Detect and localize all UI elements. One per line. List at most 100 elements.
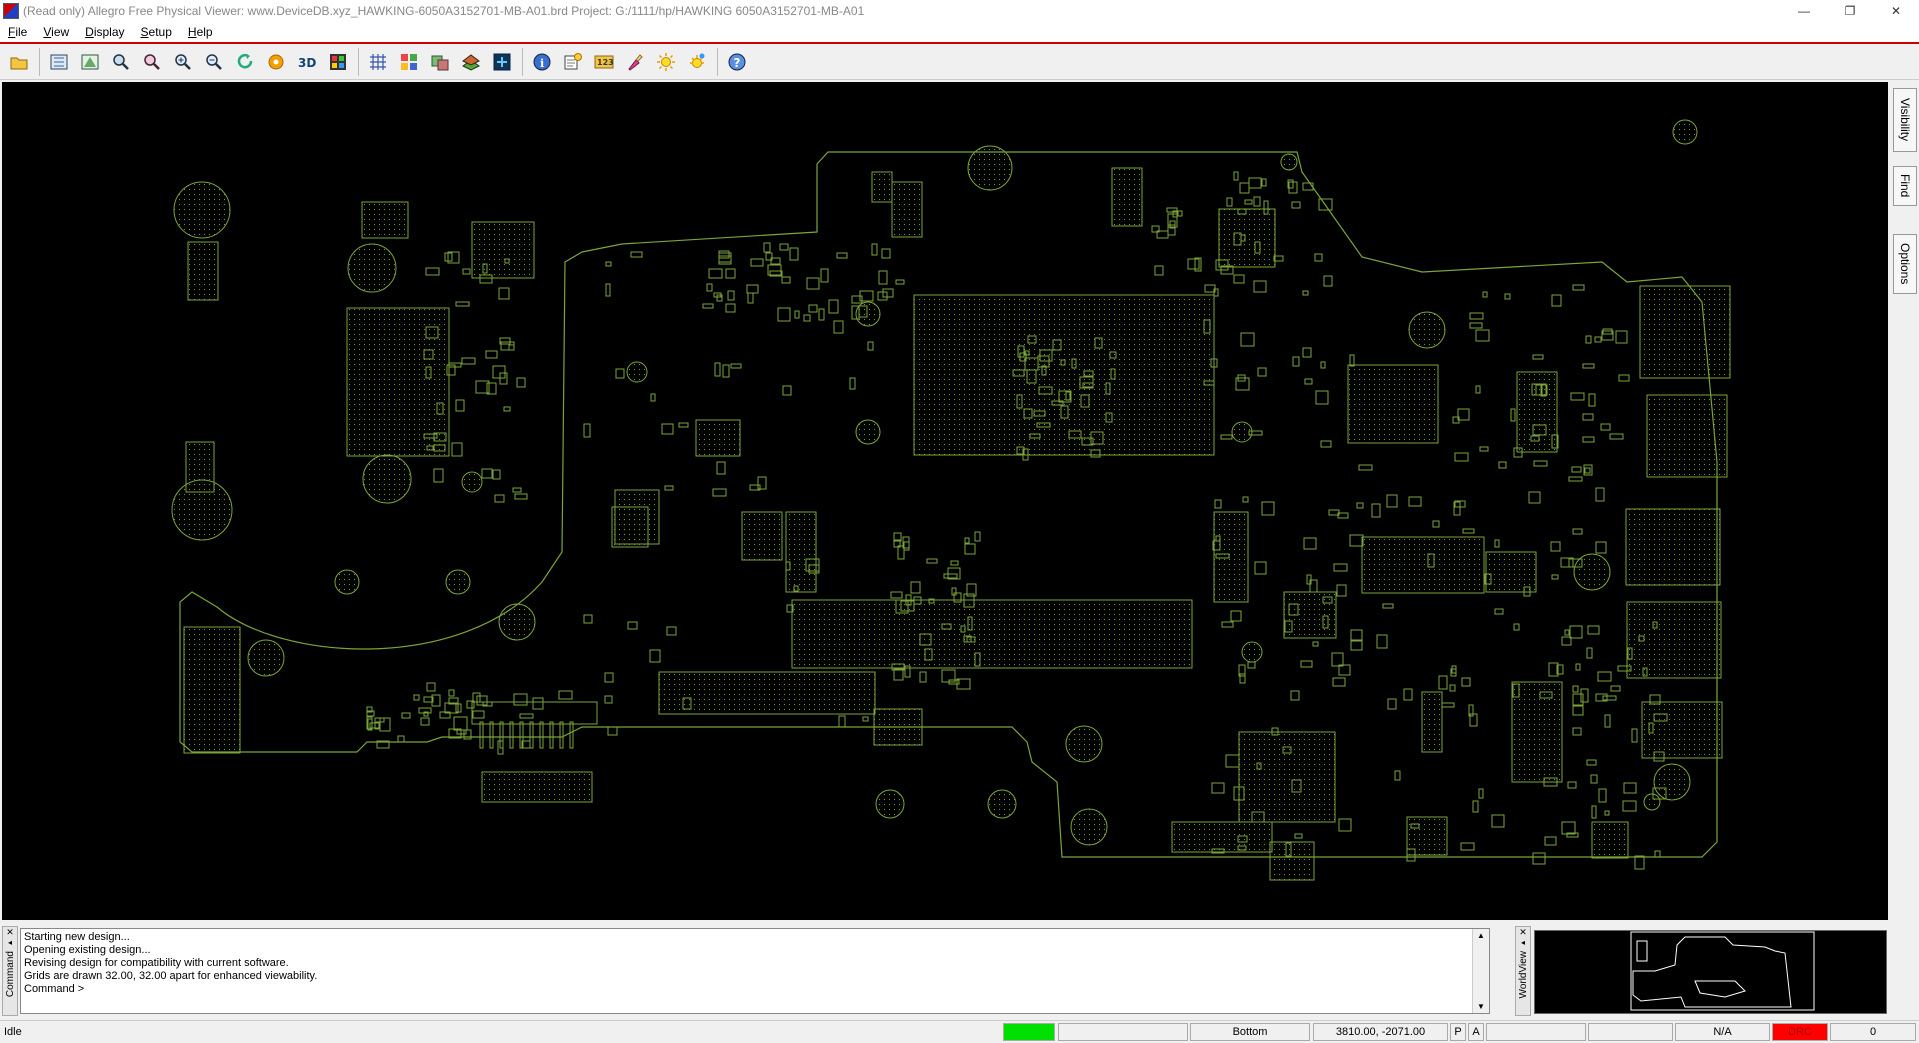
pcb-footprint	[1604, 810, 1610, 816]
pcb-footprint	[1561, 821, 1576, 835]
show-element-button[interactable]: 123	[591, 49, 617, 75]
menu-display[interactable]: Display	[77, 25, 132, 39]
pcb-mounting-hole	[1643, 793, 1661, 811]
pcb-footprint	[1532, 852, 1546, 865]
lights-on-icon	[657, 52, 675, 71]
zoom-in-button[interactable]	[170, 49, 196, 75]
color-button[interactable]	[325, 49, 351, 75]
shadow-button[interactable]	[458, 49, 484, 75]
pcb-footprint	[910, 581, 921, 594]
scroll-left-icon[interactable]: ◂	[1521, 938, 1525, 947]
pcb-footprint	[1242, 496, 1249, 503]
tab-options[interactable]: Options	[1893, 234, 1917, 294]
pcb-footprint	[722, 364, 730, 378]
pcb-footprint	[1572, 685, 1579, 693]
pcb-footprint	[794, 310, 800, 319]
pcb-footprint	[747, 292, 754, 304]
pcb-footprint	[789, 247, 799, 261]
status-drc-count: 0	[1830, 1023, 1916, 1041]
zoom-in-icon	[175, 53, 191, 70]
pcb-footprint	[873, 708, 923, 746]
scroll-up-icon[interactable]: ▲	[1473, 929, 1489, 942]
command-console[interactable]: Starting new design... Opening existing …	[20, 928, 1490, 1014]
status-coordinates: 3810.00, -2071.00	[1313, 1023, 1448, 1041]
layer-visibility-button[interactable]	[427, 49, 453, 75]
window-title: (Read only) Allegro Free Physical Viewer…	[23, 4, 865, 18]
menu-file[interactable]: File	[0, 25, 35, 39]
lights-off-icon	[690, 53, 705, 68]
pcb-footprint	[1233, 171, 1239, 181]
highlight-button[interactable]	[489, 49, 515, 75]
pcb-footprint	[1582, 363, 1595, 369]
tab-options-label: Options	[1898, 243, 1912, 285]
close-icon[interactable]: ✕	[6, 927, 14, 938]
status-active-layer[interactable]: Bottom	[1190, 1023, 1310, 1041]
info-button[interactable]: i	[529, 49, 555, 75]
worldview-pane-bar: ✕ ◂ WorldView	[1515, 926, 1531, 1016]
measure-button[interactable]	[560, 49, 586, 75]
zoom-out-icon	[206, 53, 222, 70]
open-button[interactable]	[6, 49, 32, 75]
pcb-mounting-hole	[626, 361, 648, 383]
3d-view-button[interactable]: 3D	[294, 49, 320, 75]
measure-icon	[564, 52, 582, 69]
worldview-label: WorldView	[1517, 951, 1529, 999]
pcb-footprint	[433, 468, 444, 483]
highlight-net-button[interactable]	[622, 49, 648, 75]
zoom-fit-button[interactable]	[46, 49, 72, 75]
zoom-previous-button[interactable]	[139, 49, 165, 75]
pcb-footprint	[1302, 182, 1314, 191]
pcb-footprint	[492, 365, 506, 379]
grid-button[interactable]	[365, 49, 391, 75]
menu-help[interactable]: Help	[180, 25, 221, 39]
scroll-left-icon[interactable]: ◂	[8, 938, 12, 947]
highlight-icon	[493, 53, 511, 70]
zoom-center-button[interactable]	[263, 49, 289, 75]
pcb-footprint	[741, 511, 783, 561]
lights-on-button[interactable]	[653, 49, 679, 75]
pcb-footprint	[1349, 534, 1364, 547]
pcb-footprint	[808, 304, 818, 313]
command-prompt[interactable]: Command >	[24, 983, 1486, 996]
pcb-footprint	[1449, 684, 1456, 692]
zoom-points-button[interactable]	[108, 49, 134, 75]
pcb-footprint	[730, 363, 742, 369]
tab-find[interactable]: Find	[1893, 166, 1917, 206]
close-icon[interactable]: ✕	[1519, 927, 1527, 938]
help-button[interactable]: ?	[724, 49, 750, 75]
pcb-footprint	[1564, 629, 1570, 636]
menu-setup[interactable]: Setup	[133, 25, 180, 39]
pcb-footprint	[1479, 446, 1489, 452]
layer-color-button[interactable]	[396, 49, 422, 75]
lights-off-button[interactable]	[684, 49, 710, 75]
scroll-down-icon[interactable]: ▼	[1473, 1000, 1489, 1013]
minimize-button[interactable]: —	[1781, 0, 1827, 22]
menu-view[interactable]: View	[35, 25, 77, 39]
console-scrollbar[interactable]: ▲ ▼	[1472, 929, 1489, 1013]
pcb-footprint	[1233, 274, 1245, 284]
pcb-mounting-hole	[334, 569, 360, 595]
pcb-footprint	[838, 715, 846, 728]
restore-button[interactable]: ❐	[1827, 0, 1873, 22]
zoom-world-button[interactable]	[77, 49, 103, 75]
status-drc-indicator[interactable]: DRC	[1772, 1023, 1828, 1041]
pcb-footprint	[1171, 821, 1273, 853]
redraw-button[interactable]	[232, 49, 258, 75]
worldview-window[interactable]	[1534, 930, 1887, 1014]
tab-visibility[interactable]: Visibility	[1893, 88, 1917, 152]
pcb-footprint	[803, 314, 811, 322]
status-p-toggle[interactable]: P	[1450, 1023, 1466, 1041]
close-button[interactable]: ✕	[1873, 0, 1919, 22]
pcb-footprint	[881, 248, 891, 259]
pcb-footprint	[1382, 603, 1394, 609]
pcb-footprint	[1631, 728, 1638, 743]
pcb-footprint	[1177, 210, 1183, 217]
pcb-footprint	[605, 283, 611, 297]
zoom-out-button[interactable]	[201, 49, 227, 75]
status-a-toggle[interactable]: A	[1468, 1023, 1484, 1041]
pcb-footprint	[1432, 520, 1440, 528]
pcb-mounting-hole	[1241, 641, 1263, 663]
pcb-footprint	[890, 591, 903, 599]
design-canvas[interactable]	[2, 82, 1888, 920]
pcb-footprint	[494, 494, 505, 503]
